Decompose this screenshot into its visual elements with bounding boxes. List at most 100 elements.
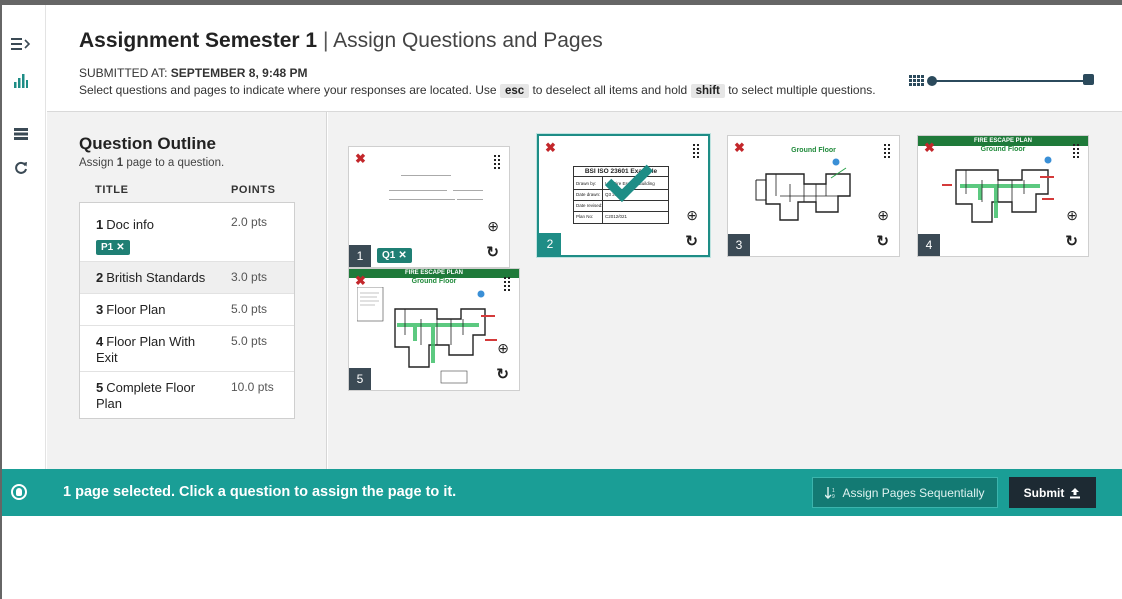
question-name: Floor Plan With Exit [96,334,196,365]
question-list: 1 Doc info 2.0 pts P1 ✕ 2 British Standards… [79,202,295,419]
submit-button[interactable]: Submit [1009,477,1096,508]
remove-tag-icon[interactable]: ✕ [398,250,406,261]
question-name: Complete Floor Plan [96,380,196,411]
page-number: 5 [349,368,371,390]
outline-instruction-pre: Assign [79,157,114,169]
zoom-track[interactable] [929,80,1084,82]
question-row-1[interactable]: 1 Doc info 2.0 pts P1 ✕ [80,203,294,262]
page-card-2[interactable]: ✖ BSI ISO 23601 Example Drawn by: Date d… [537,134,710,257]
zoom-in-icon[interactable]: ⊕ [1066,207,1078,224]
zoom-handle[interactable] [927,76,937,86]
single-page-icon[interactable] [1083,74,1094,85]
page-card-1[interactable]: ✖ ⊕ ↻ 1 Q1 ✕ [348,146,510,268]
page-number: 4 [918,234,940,256]
outline-title: Question Outline [79,134,216,153]
page-subtitle: Assign Questions and Pages [333,29,603,52]
page-card-3[interactable]: ✖ Ground Floor ⊕ ↻ 3 [727,135,900,257]
floor-plan-thumbnail [357,287,497,384]
question-title: 3 Floor Plan [96,302,165,318]
selection-action-bar: 1 page selected. Click a question to ass… [2,469,1122,516]
zoom-in-icon[interactable]: ⊕ [487,218,499,235]
question-number: 2 [96,270,104,285]
question-title: 1 Doc info [96,217,154,233]
bar-chart-icon[interactable] [10,71,32,91]
thumbnail-cell: Drawn by: [576,181,597,186]
zoom-in-icon[interactable]: ⊕ [497,340,509,357]
outline-instruction-post: page to a question. [126,157,225,169]
question-number: 1 [96,217,104,232]
page-thumbnail [373,161,483,231]
pages-grid: ✖ ⊕ ↻ 1 Q1 ✕ ✖ BSI ISO 23601 Example Draw… [328,112,1122,469]
shift-key: shift [690,84,725,98]
question-points: 5.0 pts [231,334,268,348]
instructions: Select questions and pages to indicate w… [79,83,876,98]
thumbnail-banner: FIRE ESCAPE PLAN [918,136,1088,146]
question-points: 3.0 pts [231,270,268,284]
column-points-header: POINTS [231,184,276,196]
drag-handle-icon[interactable] [693,144,699,160]
svg-text:9: 9 [832,494,835,499]
question-row-3[interactable]: 3 Floor Plan 5.0 pts [80,294,294,326]
question-row-2[interactable]: 2 British Standards 3.0 pts [80,262,294,294]
question-row-4[interactable]: 4 Floor Plan With Exit 5.0 pts [80,326,294,372]
drag-handle-icon[interactable] [504,277,510,293]
outline-icon[interactable] [10,124,32,144]
remove-page-icon[interactable]: ✖ [355,152,366,165]
thumbnail-banner: FIRE ESCAPE PLAN [349,269,519,278]
page-card-5[interactable]: FIRE ESCAPE PLAN Ground Floor ✖ ⊕ ↻ 5 [348,268,520,391]
page-card-4[interactable]: FIRE ESCAPE PLAN Ground Floor ✖ ⊕ ↻ 4 [917,135,1089,257]
refresh-icon[interactable] [10,157,32,177]
rotate-icon[interactable]: ↻ [876,232,889,250]
question-number: 4 [96,334,104,349]
question-points: 2.0 pts [231,215,268,229]
column-title-header: TITLE [95,184,129,196]
remove-page-icon[interactable]: ✖ [924,141,935,154]
thumbnail-heading: Ground Floor [980,146,1026,153]
question-tag-q1[interactable]: Q1 ✕ [377,248,412,263]
rotate-icon[interactable]: ↻ [1065,232,1078,250]
assign-pages-sequentially-label: Assign Pages Sequentially [842,485,985,500]
question-name: British Standards [106,270,206,285]
rotate-icon[interactable]: ↻ [486,243,499,261]
remove-page-icon[interactable]: ✖ [545,141,556,154]
left-rail [2,5,46,469]
outline-instruction: Assign 1 page to a question. [79,157,224,169]
assign-pages-sequentially-button[interactable]: 19 Assign Pages Sequentially [812,477,998,508]
instructions-part-2: to deselect all items and hold [532,83,688,97]
thumbnail-cell-value: C2012/021 [605,214,628,219]
question-row-5[interactable]: 5 Complete Floor Plan 10.0 pts [80,372,294,418]
question-tag-label: Q1 [382,250,396,261]
menu-toggle-icon[interactable] [10,34,32,54]
drag-handle-icon[interactable] [494,155,500,171]
user-avatar-icon[interactable] [11,484,27,500]
thumbnail-heading: Ground Floor [791,147,836,154]
submitted-value: SEPTEMBER 8, 9:48 PM [170,66,308,80]
outline-instruction-count: 1 [116,157,124,169]
zoom-in-icon[interactable]: ⊕ [877,207,889,224]
rotate-icon[interactable]: ↻ [496,365,509,383]
zoom-slider[interactable] [909,71,1094,91]
floor-plan-thumbnail [755,158,851,221]
submitted-at: SUBMITTED AT: SEPTEMBER 8, 9:48 PM [79,66,308,80]
page-tag-label: P1 [101,242,114,253]
esc-key: esc [499,84,530,98]
question-points: 5.0 pts [231,302,268,316]
floor-plan-thumbnail [942,156,1054,223]
zoom-in-icon[interactable]: ⊕ [686,207,698,224]
submitted-label: SUBMITTED AT: [79,66,168,80]
grid-view-icon[interactable] [909,75,927,87]
question-number: 3 [96,302,104,317]
remove-tag-icon[interactable]: ✕ [116,242,124,253]
title-separator: | [322,29,329,52]
drag-handle-icon[interactable] [884,144,890,160]
thumbnail-cell: Plan No: [576,214,594,219]
page-number: 3 [728,234,750,256]
page-tag-p1[interactable]: P1 ✕ [96,240,130,255]
rotate-icon[interactable]: ↻ [685,232,698,250]
upload-icon [1070,487,1081,498]
drag-handle-icon[interactable] [1073,144,1079,160]
selection-status: 1 page selected. Click a question to ass… [63,484,457,500]
question-name: Floor Plan [106,302,166,317]
question-title: 2 British Standards [96,270,205,286]
remove-page-icon[interactable]: ✖ [355,274,366,287]
